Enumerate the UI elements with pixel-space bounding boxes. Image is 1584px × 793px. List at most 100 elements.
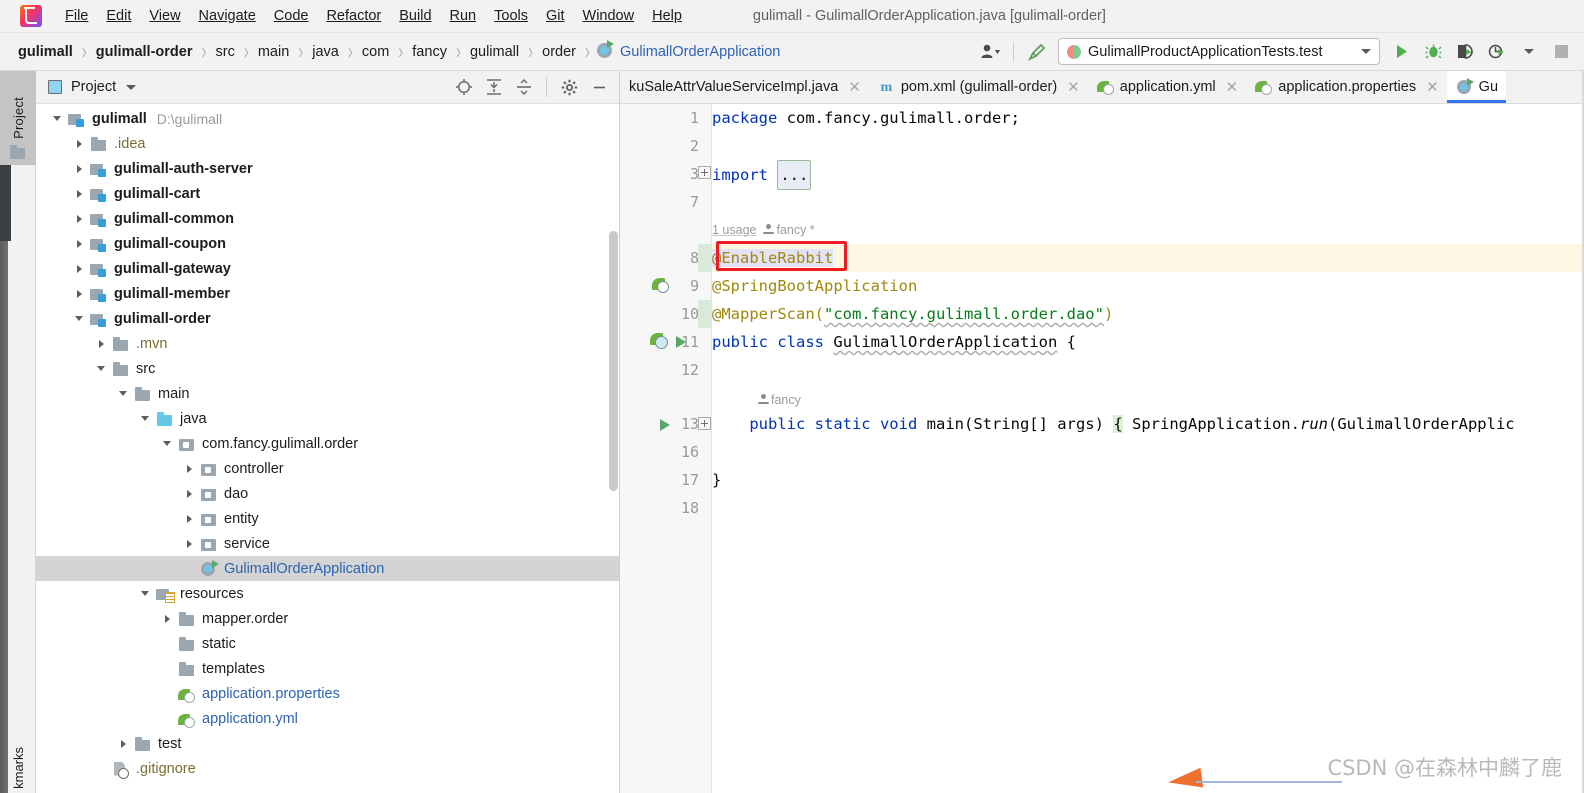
chevron-right-icon[interactable]: [68, 256, 90, 281]
tree-row[interactable]: test: [36, 731, 619, 756]
run-gutter-icon[interactable]: [660, 419, 670, 431]
close-icon[interactable]: ✕: [1067, 78, 1080, 96]
tree-row[interactable]: src: [36, 356, 619, 381]
debug-bug-icon[interactable]: [1418, 38, 1448, 66]
chevron-right-icon[interactable]: [178, 456, 200, 481]
chevron-down-icon[interactable]: [90, 356, 112, 381]
select-opened-file-icon[interactable]: [450, 74, 478, 100]
chevron-down-icon[interactable]: [134, 406, 156, 431]
editor-tab-application-yml[interactable]: application.yml ✕: [1088, 71, 1247, 103]
tree-row[interactable]: gulimall-common: [36, 206, 619, 231]
tree-row[interactable]: gulimall-member: [36, 281, 619, 306]
menu-edit[interactable]: Edit: [97, 5, 140, 27]
close-icon[interactable]: ✕: [1426, 78, 1439, 96]
tree-row[interactable]: .idea: [36, 131, 619, 156]
chevron-down-icon[interactable]: [156, 431, 178, 456]
run-icon[interactable]: [1386, 38, 1416, 66]
menu-git[interactable]: Git: [537, 5, 574, 27]
tree-row[interactable]: gulimall D:\gulimall: [36, 106, 619, 131]
menu-view[interactable]: View: [140, 5, 189, 27]
tree-row[interactable]: static: [36, 631, 619, 656]
menu-help[interactable]: Help: [643, 5, 691, 27]
code-editor[interactable]: 1 2 3 7 8 9 10 11 12 13 16 17 18 package…: [620, 104, 1584, 793]
tree-row[interactable]: entity: [36, 506, 619, 531]
tree-row[interactable]: templates: [36, 656, 619, 681]
chevron-right-icon[interactable]: [178, 481, 200, 506]
breadcrumb-fancy[interactable]: fancy: [410, 43, 449, 61]
project-tree-scrollbar[interactable]: [609, 231, 618, 491]
tree-row[interactable]: gulimall-order: [36, 306, 619, 331]
chevron-down-icon[interactable]: [134, 581, 156, 606]
tree-row[interactable]: .gitignore: [36, 756, 619, 781]
code-vision-hint[interactable]: 1 usage fancy *: [712, 216, 815, 244]
spring-boot-config-icon[interactable]: [650, 332, 668, 349]
editor-tab-gulimall-order-application[interactable]: Gu: [1446, 71, 1507, 103]
settings-gear-icon[interactable]: [555, 74, 583, 100]
breadcrumb-main[interactable]: main: [256, 43, 291, 61]
menu-window[interactable]: Window: [574, 5, 644, 27]
project-view-chevron-down-icon[interactable]: [126, 84, 137, 90]
chevron-right-icon[interactable]: [68, 206, 90, 231]
chevron-right-icon[interactable]: [68, 281, 90, 306]
collapse-all-icon[interactable]: [510, 74, 538, 100]
code-content[interactable]: package com.fancy.gulimall.order; import…: [712, 104, 1584, 793]
chevron-right-icon[interactable]: [68, 131, 90, 156]
breadcrumb-gulimall-pkg[interactable]: gulimall: [468, 43, 521, 61]
breadcrumb-gulimall-order[interactable]: gulimall-order: [94, 43, 195, 61]
tool-window-tab-project[interactable]: Project: [0, 71, 36, 165]
breadcrumb-com[interactable]: com: [360, 43, 391, 61]
chevron-right-icon[interactable]: [156, 606, 178, 631]
chevron-right-icon[interactable]: [90, 331, 112, 356]
tree-row[interactable]: com.fancy.gulimall.order: [36, 431, 619, 456]
tree-row[interactable]: mapper.order: [36, 606, 619, 631]
chevron-right-icon[interactable]: [112, 731, 134, 756]
editor-gutter[interactable]: 1 2 3 7 8 9 10 11 12 13 16 17 18: [620, 104, 712, 793]
menu-refactor[interactable]: Refactor: [317, 5, 390, 27]
spring-bean-icon[interactable]: [652, 276, 669, 293]
breadcrumb-class[interactable]: GulimallOrderApplication: [618, 43, 782, 61]
editor-tab-pom-xml[interactable]: m pom.xml (gulimall-order) ✕: [869, 71, 1088, 103]
tree-row[interactable]: dao: [36, 481, 619, 506]
tree-row[interactable]: java: [36, 406, 619, 431]
close-icon[interactable]: ✕: [848, 78, 861, 96]
chevron-right-icon[interactable]: [178, 531, 200, 556]
user-account-icon[interactable]: [975, 38, 1005, 66]
tree-row[interactable]: application.yml: [36, 706, 619, 731]
tree-row[interactable]: service: [36, 531, 619, 556]
tree-row[interactable]: resources: [36, 581, 619, 606]
profiler-chevron-down-icon[interactable]: [1514, 38, 1544, 66]
editor-tab-sku-sale-attr-value-service-impl[interactable]: kuSaleAttrValueServiceImpl.java ✕: [620, 71, 869, 103]
run-with-coverage-icon[interactable]: [1450, 38, 1480, 66]
menu-navigate[interactable]: Navigate: [190, 5, 265, 27]
chevron-down-icon[interactable]: [46, 106, 68, 131]
tree-row[interactable]: .mvn: [36, 331, 619, 356]
run-gutter-icon[interactable]: [676, 336, 686, 348]
editor-tab-application-properties[interactable]: application.properties ✕: [1246, 71, 1446, 103]
breadcrumb-java[interactable]: java: [310, 43, 341, 61]
fold-collapse-icon[interactable]: [698, 244, 712, 272]
tree-row[interactable]: gulimall-auth-server: [36, 156, 619, 181]
tree-row[interactable]: gulimall-coupon: [36, 231, 619, 256]
breadcrumb-gulimall[interactable]: gulimall: [16, 43, 75, 61]
menu-build[interactable]: Build: [390, 5, 440, 27]
chevron-right-icon[interactable]: [68, 231, 90, 256]
fold-collapse-icon[interactable]: [698, 300, 712, 328]
menu-file[interactable]: File: [56, 5, 97, 27]
chevron-down-icon[interactable]: [68, 306, 90, 331]
tree-row[interactable]: gulimall-cart: [36, 181, 619, 206]
chevron-right-icon[interactable]: [68, 156, 90, 181]
chevron-right-icon[interactable]: [178, 506, 200, 531]
menu-code[interactable]: Code: [265, 5, 318, 27]
tool-window-tab-bookmarks[interactable]: kmarks: [0, 707, 36, 793]
tree-row[interactable]: application.properties: [36, 681, 619, 706]
collapsed-imports-fold[interactable]: ...: [777, 160, 812, 190]
tree-row[interactable]: controller: [36, 456, 619, 481]
project-tree[interactable]: gulimall D:\gulimall .idea gulimall-auth-se…: [36, 104, 619, 793]
tree-row[interactable]: GulimallOrderApplication: [36, 556, 619, 581]
hammer-build-icon[interactable]: [1022, 38, 1052, 66]
tree-row[interactable]: main: [36, 381, 619, 406]
tree-row[interactable]: gulimall-gateway: [36, 256, 619, 281]
breadcrumb-order[interactable]: order: [540, 43, 578, 61]
chevron-right-icon[interactable]: [68, 181, 90, 206]
profiler-icon[interactable]: [1482, 38, 1512, 66]
